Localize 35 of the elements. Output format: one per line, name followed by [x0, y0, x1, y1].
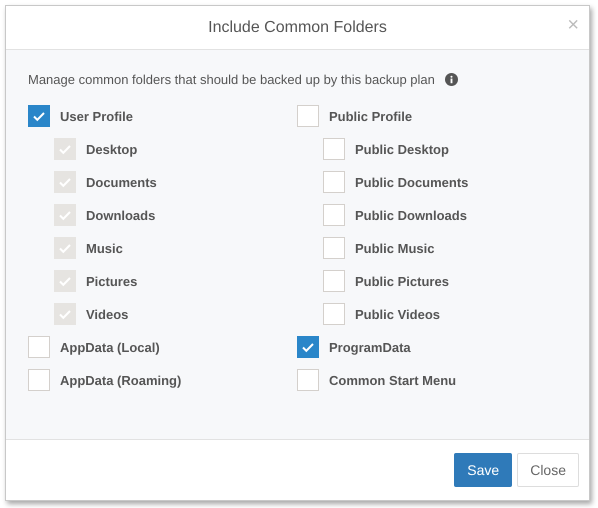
- checkbox-label: Downloads: [86, 208, 156, 222]
- checkbox-label: User Profile: [60, 108, 133, 124]
- checkbox-label: Public Videos: [355, 306, 440, 322]
- checkbox[interactable]: [323, 171, 345, 193]
- save-button[interactable]: Save: [454, 453, 512, 487]
- checkbox-label: AppData (Roaming): [60, 372, 182, 388]
- checkbox[interactable]: [323, 204, 345, 226]
- dialog-title: Include Common Folders: [208, 18, 387, 36]
- description: Manage common folders that should be backed up by this backup plan: [28, 72, 435, 87]
- checkbox-label: Common Start Menu: [329, 372, 456, 388]
- checkbox-label: Public Desktop: [355, 142, 449, 156]
- checkbox-label: Music: [86, 240, 123, 256]
- checkbox-label: Documents: [86, 174, 157, 190]
- checkbox-label: Public Documents: [355, 174, 468, 190]
- info-icon: [444, 73, 458, 86]
- checkbox-label: Public Pictures: [355, 274, 449, 288]
- checkbox[interactable]: [323, 303, 345, 325]
- checkbox-label: ProgramData: [329, 340, 411, 354]
- checkbox[interactable]: [297, 369, 319, 391]
- checkbox[interactable]: [323, 270, 345, 292]
- checkbox[interactable]: [28, 336, 50, 358]
- checkbox[interactable]: [28, 369, 50, 391]
- checkbox[interactable]: [28, 105, 50, 127]
- checkbox-label: Public Profile: [329, 108, 412, 124]
- checkbox-label: Public Music: [355, 240, 434, 256]
- checkbox-label: Desktop: [86, 142, 138, 156]
- checkbox-label: Pictures: [86, 274, 138, 288]
- checkbox[interactable]: [297, 105, 319, 127]
- checkbox[interactable]: [297, 336, 319, 358]
- checkbox[interactable]: [323, 237, 345, 259]
- close-button[interactable]: Close: [517, 453, 579, 487]
- checkbox-label: AppData (Local): [60, 340, 160, 354]
- checkbox-label: Public Downloads: [355, 208, 467, 222]
- checkbox-label: Videos: [86, 306, 128, 322]
- checkbox[interactable]: [323, 138, 345, 160]
